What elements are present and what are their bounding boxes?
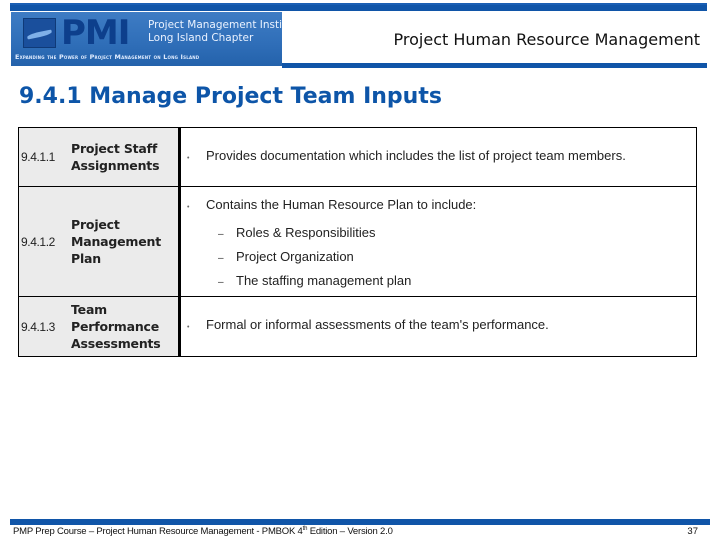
description-cell: • Contains the Human Resource Plan to in… (179, 186, 697, 297)
input-cell: 9.4.1.3 Team Performance Assessments (18, 296, 181, 357)
inputs-table: 9.4.1.1 Project Staff Assignments • Prov… (18, 127, 697, 357)
bullet-item: • Formal or informal assessments of the … (181, 317, 696, 336)
slide-title: 9.4.1 Manage Project Team Inputs (19, 84, 442, 109)
logo-mark: PMI (61, 13, 130, 53)
header-bottom-rule (282, 63, 707, 68)
sub-bullet-item: – Project Organization (181, 249, 696, 264)
dash-icon: – (218, 253, 224, 264)
dash-icon: – (218, 277, 224, 288)
description-cell: • Formal or informal assessments of the … (179, 296, 697, 357)
table-row: 9.4.1.3 Team Performance Assessments • F… (18, 296, 697, 357)
input-cell: 9.4.1.1 Project Staff Assignments (18, 127, 181, 187)
logo-chapter-name: Long Island Chapter (148, 32, 254, 44)
input-cell: 9.4.1.2 Project Management Plan (18, 186, 181, 297)
input-number: 9.4.1.1 (21, 150, 55, 164)
input-number: 9.4.1.3 (21, 319, 55, 334)
page-number: 37 (687, 526, 698, 537)
sub-bullet-item: – The staffing management plan (181, 273, 696, 288)
input-number: 9.4.1.2 (21, 234, 55, 249)
sub-bullet-item: – Roles & Responsibilities (181, 225, 696, 240)
bullet-icon: • (187, 154, 190, 162)
bullet-item: • Provides documentation which includes … (181, 148, 696, 167)
header-top-rule (10, 5, 707, 11)
input-name: Project Management Plan (71, 217, 162, 266)
footer-rule (10, 519, 710, 525)
bullet-item: • Contains the Human Resource Plan to in… (181, 197, 696, 216)
bullet-icon: • (187, 204, 190, 211)
logo-tagline: Expanding the Power of Project Managemen… (15, 53, 200, 61)
input-name: Team Performance Assessments (71, 302, 161, 351)
description-cell: • Provides documentation which includes … (179, 127, 697, 187)
input-name: Project Staff Assignments (71, 141, 160, 173)
logo-org-name: Project Management Institute (148, 19, 282, 31)
table-row: 9.4.1.1 Project Staff Assignments • Prov… (18, 127, 697, 187)
pmi-logo: PMI Project Management Institute Long Is… (11, 12, 282, 66)
bullet-icon: • (187, 324, 190, 331)
header-title: Project Human Resource Management (393, 30, 700, 49)
dash-icon: – (218, 229, 224, 240)
footer-text: PMP Prep Course – Project Human Resource… (13, 526, 393, 538)
table-row: 9.4.1.2 Project Management Plan • Contai… (18, 186, 697, 297)
